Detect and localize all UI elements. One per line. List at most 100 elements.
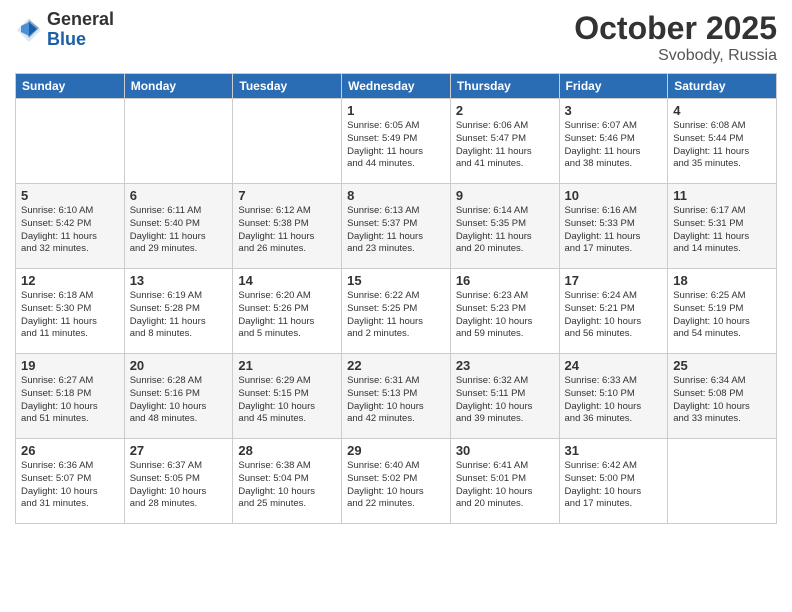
table-row <box>16 99 125 184</box>
title-block: October 2025 Svobody, Russia <box>574 10 777 65</box>
day-number: 6 <box>130 188 228 203</box>
day-info: Sunrise: 6:23 AM Sunset: 5:23 PM Dayligh… <box>456 290 554 341</box>
table-row: 6Sunrise: 6:11 AM Sunset: 5:40 PM Daylig… <box>124 184 233 269</box>
day-info: Sunrise: 6:24 AM Sunset: 5:21 PM Dayligh… <box>565 290 663 341</box>
logo: General Blue <box>15 10 114 50</box>
calendar-week-row: 1 Sunrise: 6:05 AM Sunset: 5:49 PM Daylig… <box>16 99 777 184</box>
day-number: 1 <box>347 103 445 118</box>
day-info: Sunrise: 6:07 AM Sunset: 5:46 PM Dayligh… <box>565 120 663 171</box>
col-monday: Monday <box>124 74 233 99</box>
table-row: 28 Sunrise: 6:38 AM Sunset: 5:04 PM Dayli… <box>233 439 342 524</box>
day-info: Sunrise: 6:19 AM Sunset: 5:28 PM Dayligh… <box>130 290 228 341</box>
day-info: Sunrise: 6:14 AM Sunset: 5:35 PM Dayligh… <box>456 205 554 256</box>
table-row: 8 Sunrise: 6:13 AM Sunset: 5:37 PM Daylig… <box>342 184 451 269</box>
table-row <box>233 99 342 184</box>
table-row: 31 Sunrise: 6:42 AM Sunset: 5:00 PM Dayli… <box>559 439 668 524</box>
table-row: 7Sunrise: 6:12 AM Sunset: 5:38 PM Daylig… <box>233 184 342 269</box>
day-number: 15 <box>347 273 445 288</box>
day-number: 20 <box>130 358 228 373</box>
logo-blue: Blue <box>47 30 114 50</box>
day-info: Sunrise: 6:40 AM Sunset: 5:02 PM Dayligh… <box>347 460 445 511</box>
col-sunday: Sunday <box>16 74 125 99</box>
table-row: 21 Sunrise: 6:29 AM Sunset: 5:15 PM Dayli… <box>233 354 342 439</box>
table-row: 11 Sunrise: 6:17 AM Sunset: 5:31 PM Dayli… <box>668 184 777 269</box>
day-number: 28 <box>238 443 336 458</box>
table-row: 17 Sunrise: 6:24 AM Sunset: 5:21 PM Dayli… <box>559 269 668 354</box>
day-number: 24 <box>565 358 663 373</box>
day-number: 8 <box>347 188 445 203</box>
day-info: Sunrise: 6:29 AM Sunset: 5:15 PM Dayligh… <box>238 375 336 426</box>
month-title: October 2025 <box>574 10 777 47</box>
day-info: Sunrise: 6:08 AM Sunset: 5:44 PM Dayligh… <box>673 120 771 171</box>
day-number: 3 <box>565 103 663 118</box>
day-info: Sunrise: 6:13 AM Sunset: 5:37 PM Dayligh… <box>347 205 445 256</box>
day-info: Sunrise: 6:17 AM Sunset: 5:31 PM Dayligh… <box>673 205 771 256</box>
day-number: 22 <box>347 358 445 373</box>
table-row: 5Sunrise: 6:10 AM Sunset: 5:42 PM Daylig… <box>16 184 125 269</box>
table-row <box>668 439 777 524</box>
day-number: 19 <box>21 358 119 373</box>
day-number: 29 <box>347 443 445 458</box>
calendar-table: Sunday Monday Tuesday Wednesday Thursday… <box>15 73 777 524</box>
table-row: 14 Sunrise: 6:20 AM Sunset: 5:26 PM Dayli… <box>233 269 342 354</box>
table-row: 29 Sunrise: 6:40 AM Sunset: 5:02 PM Dayli… <box>342 439 451 524</box>
day-number: 31 <box>565 443 663 458</box>
day-number: 17 <box>565 273 663 288</box>
day-info: Sunrise: 6:05 AM Sunset: 5:49 PM Dayligh… <box>347 120 445 171</box>
day-info: Sunrise: 6:20 AM Sunset: 5:26 PM Dayligh… <box>238 290 336 341</box>
day-number: 12 <box>21 273 119 288</box>
table-row: 10 Sunrise: 6:16 AM Sunset: 5:33 PM Dayli… <box>559 184 668 269</box>
day-info: Sunrise: 6:18 AM Sunset: 5:30 PM Dayligh… <box>21 290 119 341</box>
day-number: 4 <box>673 103 771 118</box>
day-info: Sunrise: 6:42 AM Sunset: 5:00 PM Dayligh… <box>565 460 663 511</box>
table-row: 1 Sunrise: 6:05 AM Sunset: 5:49 PM Daylig… <box>342 99 451 184</box>
table-row: 22 Sunrise: 6:31 AM Sunset: 5:13 PM Dayli… <box>342 354 451 439</box>
day-number: 10 <box>565 188 663 203</box>
day-info: Sunrise: 6:36 AM Sunset: 5:07 PM Dayligh… <box>21 460 119 511</box>
day-info: Sunrise: 6:32 AM Sunset: 5:11 PM Dayligh… <box>456 375 554 426</box>
day-number: 30 <box>456 443 554 458</box>
day-number: 16 <box>456 273 554 288</box>
table-row: 3 Sunrise: 6:07 AM Sunset: 5:46 PM Daylig… <box>559 99 668 184</box>
table-row <box>124 99 233 184</box>
day-info: Sunrise: 6:22 AM Sunset: 5:25 PM Dayligh… <box>347 290 445 341</box>
day-number: 9 <box>456 188 554 203</box>
table-row: 26 Sunrise: 6:36 AM Sunset: 5:07 PM Dayli… <box>16 439 125 524</box>
day-info: Sunrise: 6:16 AM Sunset: 5:33 PM Dayligh… <box>565 205 663 256</box>
day-number: 11 <box>673 188 771 203</box>
col-tuesday: Tuesday <box>233 74 342 99</box>
table-row: 12 Sunrise: 6:18 AM Sunset: 5:30 PM Dayli… <box>16 269 125 354</box>
table-row: 18Sunrise: 6:25 AM Sunset: 5:19 PM Dayli… <box>668 269 777 354</box>
calendar-week-row: 19 Sunrise: 6:27 AM Sunset: 5:18 PM Dayli… <box>16 354 777 439</box>
day-number: 7 <box>238 188 336 203</box>
day-info: Sunrise: 6:41 AM Sunset: 5:01 PM Dayligh… <box>456 460 554 511</box>
day-info: Sunrise: 6:38 AM Sunset: 5:04 PM Dayligh… <box>238 460 336 511</box>
location-subtitle: Svobody, Russia <box>574 47 777 65</box>
table-row: 24 Sunrise: 6:33 AM Sunset: 5:10 PM Dayli… <box>559 354 668 439</box>
day-number: 26 <box>21 443 119 458</box>
day-number: 23 <box>456 358 554 373</box>
table-row: 2Sunrise: 6:06 AM Sunset: 5:47 PM Daylig… <box>450 99 559 184</box>
day-number: 14 <box>238 273 336 288</box>
day-info: Sunrise: 6:34 AM Sunset: 5:08 PM Dayligh… <box>673 375 771 426</box>
table-row: 20Sunrise: 6:28 AM Sunset: 5:16 PM Dayli… <box>124 354 233 439</box>
page-container: General Blue October 2025 Svobody, Russi… <box>0 0 792 534</box>
col-friday: Friday <box>559 74 668 99</box>
day-info: Sunrise: 6:31 AM Sunset: 5:13 PM Dayligh… <box>347 375 445 426</box>
day-info: Sunrise: 6:33 AM Sunset: 5:10 PM Dayligh… <box>565 375 663 426</box>
table-row: 4 Sunrise: 6:08 AM Sunset: 5:44 PM Daylig… <box>668 99 777 184</box>
calendar-week-row: 12 Sunrise: 6:18 AM Sunset: 5:30 PM Dayli… <box>16 269 777 354</box>
table-row: 15 Sunrise: 6:22 AM Sunset: 5:25 PM Dayli… <box>342 269 451 354</box>
day-info: Sunrise: 6:27 AM Sunset: 5:18 PM Dayligh… <box>21 375 119 426</box>
calendar-week-row: 26 Sunrise: 6:36 AM Sunset: 5:07 PM Dayli… <box>16 439 777 524</box>
day-info: Sunrise: 6:37 AM Sunset: 5:05 PM Dayligh… <box>130 460 228 511</box>
logo-text: General Blue <box>47 10 114 50</box>
day-number: 21 <box>238 358 336 373</box>
table-row: 16 Sunrise: 6:23 AM Sunset: 5:23 PM Dayli… <box>450 269 559 354</box>
day-info: Sunrise: 6:10 AM Sunset: 5:42 PM Dayligh… <box>21 205 119 256</box>
calendar-header-row: Sunday Monday Tuesday Wednesday Thursday… <box>16 74 777 99</box>
table-row: 25Sunrise: 6:34 AM Sunset: 5:08 PM Dayli… <box>668 354 777 439</box>
day-number: 27 <box>130 443 228 458</box>
logo-icon <box>15 16 43 44</box>
col-thursday: Thursday <box>450 74 559 99</box>
